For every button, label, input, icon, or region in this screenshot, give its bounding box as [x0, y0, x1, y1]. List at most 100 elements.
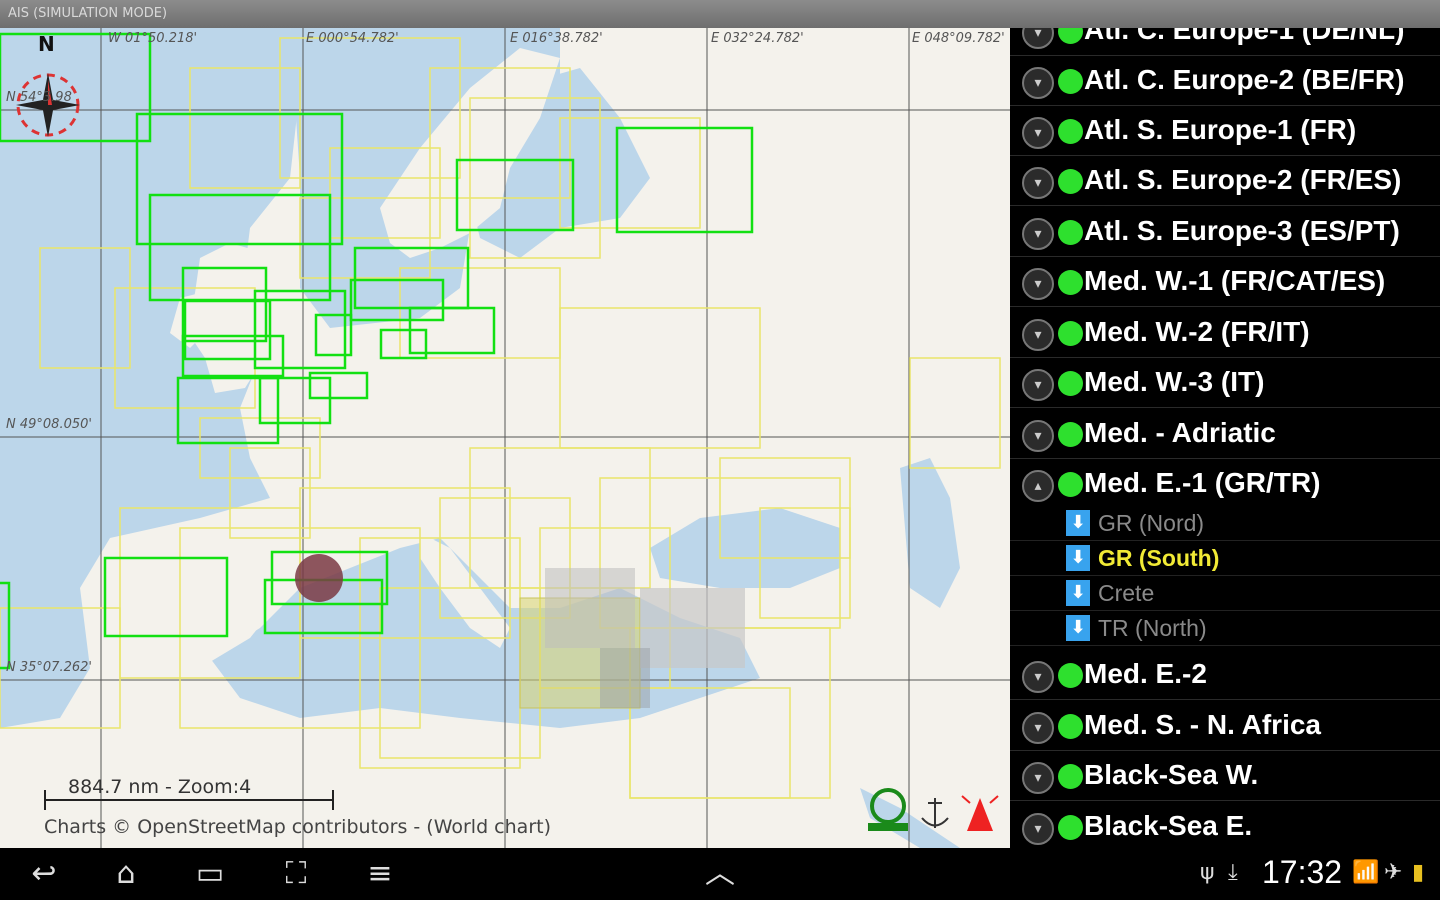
- scale-zoom-label: 884.7 nm - Zoom:4: [68, 776, 252, 798]
- chart-group-row[interactable]: ▾ Med. W.-3 (IT): [1010, 358, 1440, 408]
- installed-status-icon: [1058, 764, 1083, 789]
- airplane-icon: ✈: [1384, 860, 1403, 885]
- latitude-label: N 49°08.050': [6, 417, 92, 432]
- download-icon[interactable]: ⬇: [1066, 545, 1090, 571]
- app-title: AIS (SIMULATION MODE): [8, 6, 168, 21]
- chart-group-row[interactable]: ▾ Atl. C. Europe-2 (BE/FR): [1010, 56, 1440, 106]
- chart-group-row-expanded[interactable]: ▴ Med. E.-1 (GR/TR): [1010, 459, 1440, 509]
- map-canvas[interactable]: [0, 28, 1010, 848]
- chart-group-row[interactable]: ▾ Med. - Adriatic: [1010, 409, 1440, 459]
- chevron-down-icon[interactable]: ▾: [1022, 268, 1054, 300]
- recent-apps-icon[interactable]: ▭: [188, 856, 232, 892]
- chevron-down-icon[interactable]: ▾: [1022, 712, 1054, 744]
- selected-region-aegean: [545, 568, 635, 648]
- chevron-down-icon[interactable]: ▾: [1022, 167, 1054, 199]
- back-icon[interactable]: ↩: [22, 856, 66, 892]
- chart-group-label: Med. - Adriatic: [1084, 417, 1276, 448]
- longitude-label: E 016°38.782': [510, 31, 603, 46]
- chevron-down-icon[interactable]: ▾: [1022, 67, 1054, 99]
- usb-icon: ψ: [1200, 860, 1215, 885]
- chart-subitem[interactable]: ⬇ TR (North): [1010, 611, 1440, 646]
- installed-status-icon: [1058, 714, 1083, 739]
- app-title-bar: AIS (SIMULATION MODE): [0, 0, 1440, 28]
- installed-status-icon: [1058, 119, 1083, 144]
- installed-status-icon: [1058, 28, 1083, 44]
- screenshot-icon[interactable]: ⛶: [274, 856, 318, 892]
- chart-group-row[interactable]: ▾ Atl. C. Europe-1 (DE/NL): [1010, 28, 1440, 56]
- chart-group-label: Atl. S. Europe-2 (FR/ES): [1084, 164, 1402, 195]
- chart-group-label: Med. W.-2 (FR/IT): [1084, 316, 1310, 347]
- installed-status-icon: [1058, 169, 1083, 194]
- longitude-label: E 032°24.782': [711, 31, 804, 46]
- chart-group-row[interactable]: ▾ Med. E.-2: [1010, 650, 1440, 700]
- installed-status-icon: [1058, 371, 1083, 396]
- selected-region-turkey: [640, 588, 745, 668]
- chart-group-label: Atl. C. Europe-1 (DE/NL): [1084, 28, 1405, 45]
- chart-group-label: Atl. S. Europe-1 (FR): [1084, 114, 1357, 145]
- chart-group-label: Black-Sea E.: [1084, 810, 1253, 841]
- chart-group-row[interactable]: ▾ Med. W.-1 (FR/CAT/ES): [1010, 257, 1440, 307]
- compass-north-label: N: [38, 32, 55, 56]
- chart-group-row[interactable]: ▾ Med. W.-2 (FR/IT): [1010, 308, 1440, 358]
- chart-subitem-label: Crete: [1098, 580, 1155, 606]
- download-icon[interactable]: ⬇: [1066, 615, 1090, 641]
- download-icon[interactable]: ⬇: [1066, 580, 1090, 606]
- chart-subitem[interactable]: ⬇ Crete: [1010, 576, 1440, 611]
- download-status-icon: ⤓: [1228, 860, 1238, 885]
- menu-icon[interactable]: ≡: [358, 856, 402, 892]
- download-icon[interactable]: ⬇: [1066, 510, 1090, 536]
- chart-subitem-selected[interactable]: ⬇ GR (South): [1010, 541, 1440, 576]
- wifi-icon: 📶: [1352, 860, 1380, 885]
- chart-subitem-label: TR (North): [1098, 615, 1207, 641]
- chevron-down-icon[interactable]: ▾: [1022, 762, 1054, 794]
- chevron-down-icon[interactable]: ▾: [1022, 218, 1054, 250]
- installed-status-icon: [1058, 270, 1083, 295]
- chart-group-row[interactable]: ▾ Black-Sea W.: [1010, 751, 1440, 801]
- system-nav-bar: ↩ ⌂ ▭ ⛶ ≡ ︿ ψ ⤓ 17:32 📶 ✈ ▮: [0, 848, 1440, 900]
- battery-icon: ▮: [1412, 860, 1425, 885]
- latitude-label: N 54°3.98: [6, 90, 72, 105]
- chart-group-label: Atl. C. Europe-2 (BE/FR): [1084, 64, 1405, 95]
- installed-status-icon: [1058, 69, 1083, 94]
- installed-status-icon: [1058, 472, 1083, 497]
- chevron-down-icon[interactable]: ▾: [1022, 319, 1054, 351]
- chart-group-label: Black-Sea W.: [1084, 759, 1259, 790]
- current-position-marker: [295, 554, 343, 602]
- chart-group-row[interactable]: ▾ Atl. S. Europe-1 (FR): [1010, 106, 1440, 156]
- map-attribution: Charts © OpenStreetMap contributors - (W…: [44, 816, 551, 838]
- chart-group-label: Med. S. - N. Africa: [1084, 709, 1322, 740]
- longitude-label: E 000°54.782': [306, 31, 399, 46]
- installed-status-icon: [1058, 422, 1083, 447]
- chevron-down-icon[interactable]: ▾: [1022, 661, 1054, 693]
- latitude-label: N 35°07.262': [6, 660, 92, 675]
- chart-group-row[interactable]: ▾ Atl. S. Europe-2 (FR/ES): [1010, 156, 1440, 206]
- longitude-label: W 01°50.218': [108, 31, 198, 46]
- chevron-down-icon[interactable]: ▾: [1022, 420, 1054, 452]
- chart-subitem[interactable]: ⬇ GR (Nord): [1010, 506, 1440, 541]
- chevron-down-icon[interactable]: ▾: [1022, 117, 1054, 149]
- chart-group-row[interactable]: ▾ Med. S. - N. Africa: [1010, 701, 1440, 751]
- chart-subitem-label: GR (South): [1098, 545, 1220, 571]
- longitude-label: E 048°09.782': [912, 31, 1005, 46]
- chevron-down-icon[interactable]: ▾: [1022, 28, 1054, 49]
- chart-group-label: Med. W.-3 (IT): [1084, 366, 1265, 397]
- selected-region-crete: [600, 648, 650, 708]
- chevron-down-icon[interactable]: ▾: [1022, 813, 1054, 845]
- chart-list-panel[interactable]: ▾ Atl. C. Europe-1 (DE/NL) ▾ Atl. C. Eur…: [1010, 28, 1440, 848]
- chart-map[interactable]: N W 01°50.218' E 000°54.782' E 016°38.78…: [0, 28, 1010, 848]
- chart-group-label: Med. W.-1 (FR/CAT/ES): [1084, 265, 1386, 296]
- chart-group-row[interactable]: ▾ Black-Sea E.: [1010, 802, 1440, 848]
- clock: 17:32: [1262, 854, 1343, 890]
- chart-group-label: Med. E.-2: [1084, 658, 1207, 689]
- chart-group-label: Atl. S. Europe-3 (ES/PT): [1084, 215, 1400, 246]
- chevron-down-icon[interactable]: ▾: [1022, 369, 1054, 401]
- chevron-up-icon[interactable]: ︿: [698, 856, 742, 892]
- chart-subitem-label: GR (Nord): [1098, 510, 1205, 536]
- chart-group-row[interactable]: ▾ Atl. S. Europe-3 (ES/PT): [1010, 207, 1440, 257]
- installed-status-icon: [1058, 321, 1083, 346]
- home-icon[interactable]: ⌂: [104, 856, 148, 892]
- installed-status-icon: [1058, 663, 1083, 688]
- chart-group-label: Med. E.-1 (GR/TR): [1084, 467, 1321, 498]
- installed-status-icon: [1058, 815, 1083, 840]
- chevron-up-icon[interactable]: ▴: [1022, 470, 1054, 502]
